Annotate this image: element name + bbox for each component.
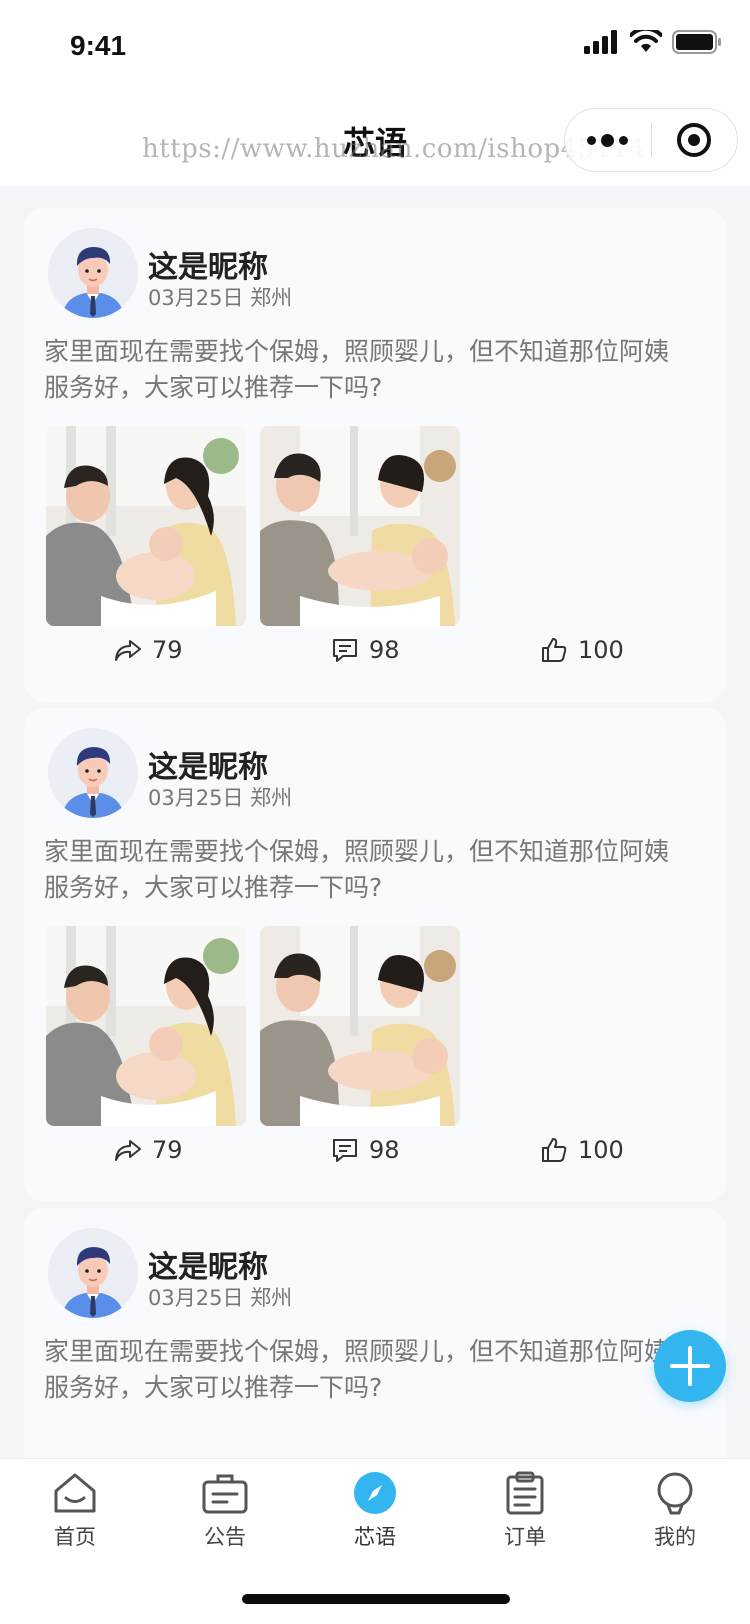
comment-icon [333,639,357,662]
like-count: 100 [578,636,624,664]
tab-mine[interactable]: 我的 [615,1471,735,1551]
post-photo[interactable] [260,926,460,1126]
close-button[interactable] [652,122,738,158]
post-photo[interactable] [260,426,460,626]
status-time: 9:41 [70,30,127,61]
tab-label: 公告 [204,1525,246,1549]
post-card[interactable]: 这是昵称 03月25日 郑州 家里面现在需要找个保姆，照顾婴儿，但不知道那位阿姨… [24,708,726,1202]
avatar-illustration [62,1247,124,1318]
post-photo[interactable] [46,926,246,1126]
nickname[interactable]: 这是昵称 [148,742,268,786]
share-count: 79 [152,1136,183,1164]
more-dot-icon [601,133,615,147]
share-icon [115,1140,141,1161]
thumbs-up-icon [542,1138,567,1162]
post-text: 家里面现在需要找个保姆，照顾婴儿，但不知道那位阿姨服务好，大家可以推荐一下吗? [44,337,670,402]
like-button[interactable]: 100 [540,1136,624,1164]
tab-xinyu[interactable]: 芯语 [315,1471,435,1551]
nickname[interactable]: 这是昵称 [148,242,268,286]
post-date: 03月25日 [148,286,244,310]
post-card[interactable]: 这是昵称 03月25日 郑州 家里面现在需要找个保姆，照顾婴儿，但不知道那位阿姨… [24,208,726,702]
avatar[interactable] [48,1228,138,1318]
avatar-illustration [62,247,124,318]
tab-orders[interactable]: 订单 [465,1471,585,1551]
post-text: 家里面现在需要找个保姆，照顾婴儿，但不知道那位阿姨服务好，大家可以推荐一下吗? [44,837,670,902]
nav-bar: 芯语 https://www.huzhan.com/ishop45114 [0,96,750,186]
post-meta: 03月25日 郑州 [148,282,292,312]
post-card[interactable]: 这是昵称 03月25日 郑州 家里面现在需要找个保姆，照顾婴儿，但不知道那位阿姨… [24,1208,726,1458]
user-icon [657,1472,693,1515]
post-date: 03月25日 [148,786,244,810]
more-dot-icon [587,135,597,145]
target-icon [677,123,712,157]
add-post-button[interactable] [654,1330,726,1402]
post-city: 郑州 [250,286,293,310]
avatar[interactable] [48,228,138,318]
more-dot-icon [619,135,629,145]
share-icon [115,640,141,661]
status-bar: 9:41 [0,0,750,96]
wifi-icon [630,30,662,52]
post-feed[interactable]: 这是昵称 03月25日 郑州 家里面现在需要找个保姆，照顾婴儿，但不知道那位阿姨… [0,186,750,1458]
comment-icon [333,1139,357,1162]
share-button[interactable]: 79 [114,636,183,664]
post-city: 郑州 [250,786,293,810]
comment-button[interactable]: 98 [331,636,400,664]
briefcase-icon [202,1474,248,1514]
share-count: 79 [152,636,183,664]
comment-button[interactable]: 98 [331,1136,400,1164]
comment-count: 98 [369,636,400,664]
plus-icon [670,1346,710,1386]
thumbs-up-icon [542,638,567,662]
share-button[interactable]: 79 [114,1136,183,1164]
status-icons [584,30,722,54]
post-photo[interactable] [46,426,246,626]
post-text: 家里面现在需要找个保姆，照顾婴儿，但不知道那位阿姨服务好，大家可以推荐一下吗? [44,1337,670,1402]
avatar-illustration [62,747,124,818]
home-icon [54,1473,96,1513]
photo-illustration [260,926,460,1126]
more-button[interactable] [565,133,651,147]
tab-notice[interactable]: 公告 [165,1471,285,1551]
tab-label: 订单 [504,1525,546,1549]
clipboard-icon [506,1471,544,1515]
post-date: 03月25日 [148,1286,244,1310]
tab-label: 我的 [654,1525,696,1549]
nickname[interactable]: 这是昵称 [148,1242,268,1286]
tab-label: 首页 [54,1525,96,1549]
like-button[interactable]: 100 [540,636,624,664]
compass-icon [354,1472,396,1514]
post-city: 郑州 [250,1286,293,1310]
battery-icon [672,30,721,54]
comment-count: 98 [369,1136,400,1164]
photo-illustration [260,426,460,626]
post-meta: 03月25日 郑州 [148,1282,292,1312]
photo-illustration [46,926,246,1126]
avatar[interactable] [48,728,138,818]
like-count: 100 [578,1136,624,1164]
post-meta: 03月25日 郑州 [148,782,292,812]
tab-label: 芯语 [354,1525,396,1549]
tab-home[interactable]: 首页 [15,1471,135,1551]
home-indicator [242,1594,510,1604]
mini-program-capsule [564,108,738,172]
signal-icon [584,30,617,54]
photo-illustration [46,426,246,626]
